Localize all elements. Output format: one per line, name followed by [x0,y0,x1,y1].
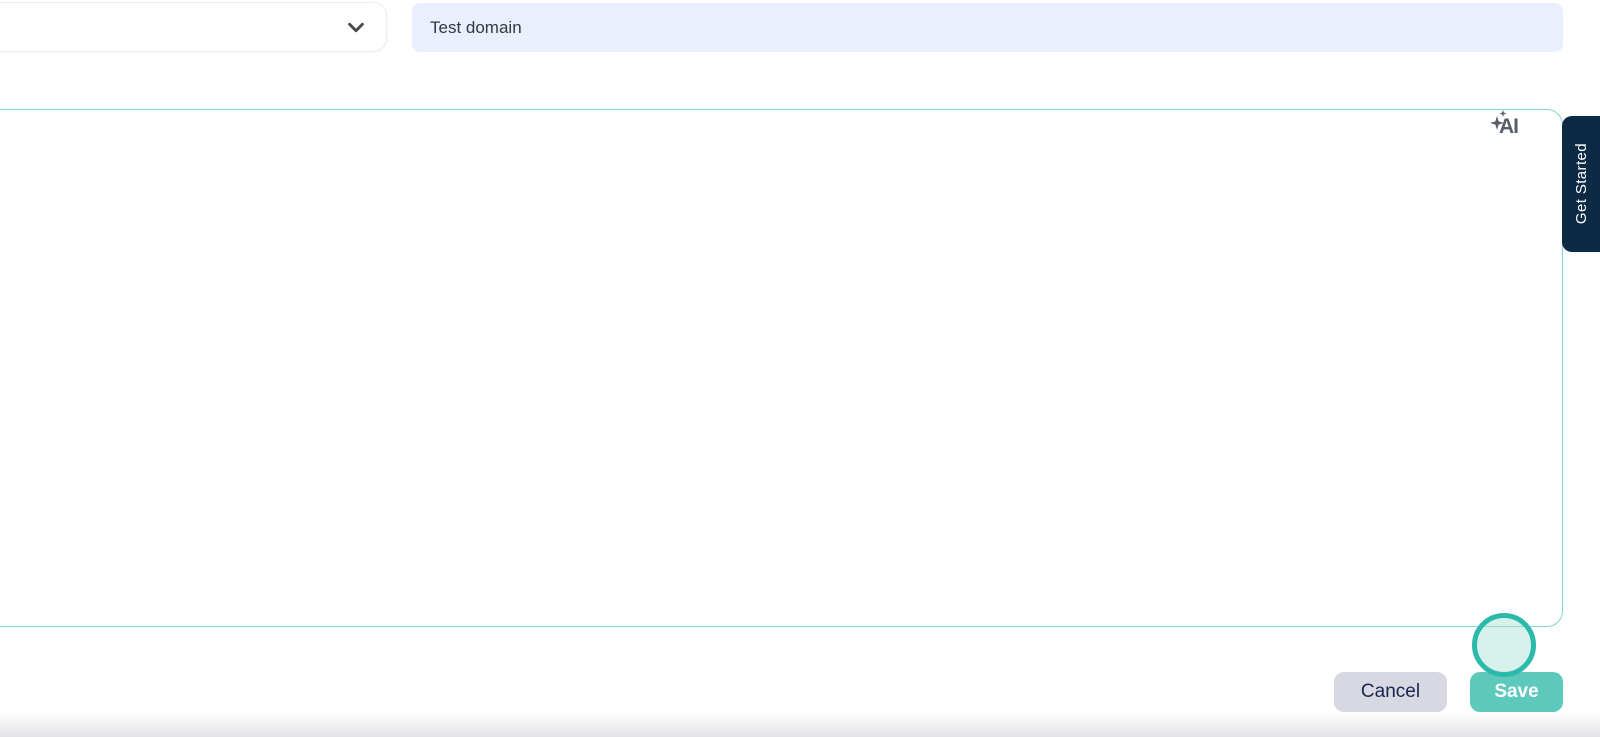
description-textarea[interactable] [0,109,1563,627]
cancel-button[interactable]: Cancel [1334,672,1447,712]
save-button[interactable]: Save [1470,672,1563,712]
get-started-tab[interactable]: Get Started [1562,116,1600,252]
category-dropdown[interactable] [0,2,387,52]
domain-input[interactable] [412,3,1563,52]
get-started-tab-label: Get Started [1572,143,1590,225]
page: AI Get Started Cancel Save [0,0,1600,737]
ai-generate-icon[interactable]: AI [1490,110,1530,144]
ai-icon-label: AI [1499,115,1519,138]
chevron-down-icon [344,15,368,39]
bottom-fade [0,712,1600,737]
